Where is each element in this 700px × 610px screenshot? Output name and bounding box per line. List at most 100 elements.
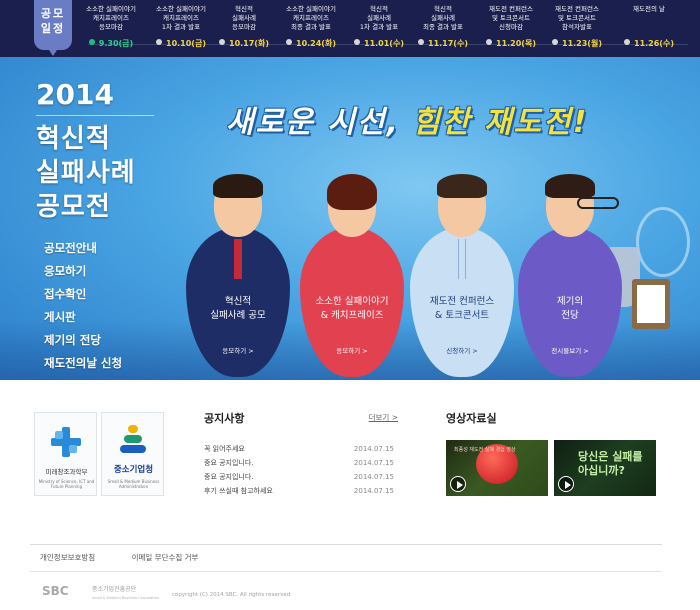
doll-hair [437, 174, 487, 198]
timeline-item: 재도전의 날 11.26(수) [618, 5, 680, 49]
smba-emblem-icon [120, 425, 148, 457]
msip-emblem-icon [51, 427, 81, 457]
notice-row[interactable]: 중요 공지입니다. 2014.07.15 [204, 456, 400, 470]
notice-row[interactable]: 후기 쓰실때 참고하세요 2014.07.15 [204, 484, 400, 498]
flower-decoration [636, 207, 690, 277]
menu-item-guide[interactable]: 공모전안내 [44, 237, 122, 260]
main-menu: 공모전안내 응모하기 접수확인 게시판 제기의 전당 재도전의날 신청 [44, 237, 122, 375]
doll-innovative-failure[interactable]: 혁신적 실패사례 공모 응모하기 > [186, 174, 290, 380]
schedule-badge-label: 공모 일정 [40, 7, 66, 35]
msip-logo-link[interactable]: 미래창조과학부 Ministry of Science, ICT and Fut… [34, 412, 97, 496]
timeline-item: 혁신적 실패사례 응모마감 10.17(화) [213, 5, 275, 49]
video-caption: 최종성 재도전 실패 경험 영상 [454, 447, 516, 453]
sbc-logo: SBC [42, 584, 69, 598]
timeline-item: 혁신적 실패사례 최종 결과 발표 11.17(수) [412, 5, 474, 49]
footer-links: 개인정보보호방침 이메일 무단수집 거부 [40, 552, 232, 563]
video-archive: 영상자료실 최종성 재도전 실패 경험 영상 당신은 실패를 아십니까? [446, 410, 656, 496]
timeline-item-date: 11.01(수) [348, 38, 410, 49]
schedule-badge: 공모 일정 [34, 0, 72, 56]
footer-divider [30, 544, 662, 545]
doll-link[interactable]: 응모하기 > [186, 345, 290, 355]
copyright-text: copyright (C) 2014 SBC. All rights reser… [172, 592, 291, 598]
tie-icon [234, 239, 242, 279]
notice-row-title[interactable]: 중요 공지입니다. [204, 473, 254, 481]
clipboard-icon [632, 279, 670, 329]
notice-more-link[interactable]: 더보기 > [369, 412, 398, 423]
contest-year: 2014 [36, 78, 114, 111]
notice-row[interactable]: 꼭 읽어주세요 2014.07.15 [204, 442, 400, 456]
dot-icon [552, 39, 558, 45]
notice-row-title[interactable]: 후기 쓰실때 참고하세요 [204, 487, 273, 495]
dot-icon [354, 39, 360, 45]
timeline-item-label: 재도전 컨퍼런스 및 토크콘서트 신청마감 [489, 5, 533, 31]
smba-english-name: Small & Medium Business Administration [107, 479, 160, 489]
timeline-item-label: 혁신적 실패사례 최종 결과 발표 [422, 5, 463, 31]
hero-slogan: 새로운 시선, 힘찬 재도전! [226, 97, 588, 141]
timeline-item-label: 혁신적 실패사례 1차 결과 발표 [359, 5, 399, 31]
timeline-item-label: 재도전 컨퍼런스 및 토크콘서트 참석자발표 [555, 5, 599, 31]
msip-english-name: Ministry of Science, ICT and Future Plan… [38, 479, 95, 489]
smba-logo-link[interactable]: 중소기업청 Small & Medium Business Administra… [101, 412, 164, 496]
slogan-text: 새로운 시선, [226, 105, 413, 140]
doll-hair [327, 174, 377, 210]
timeline-item: 소소한 실패이야기 캐치프레이즈 1차 결과 발표 10.10(금) [150, 5, 212, 49]
timeline-item-date: 10.10(금) [150, 38, 212, 49]
sbc-org-korean: 중소기업진흥공단 [92, 586, 137, 593]
notice-row[interactable]: 중요 공지입니다. 2014.07.15 [204, 470, 400, 484]
notice-row-title[interactable]: 중요 공지입니다. [204, 459, 254, 467]
email-refusal-link[interactable]: 이메일 무단수집 거부 [132, 553, 199, 562]
timeline-item-date: 11.26(수) [618, 38, 680, 49]
play-icon[interactable] [558, 476, 574, 492]
dot-icon [624, 39, 630, 45]
notice-row-date: 2014.07.15 [353, 487, 394, 495]
play-icon[interactable] [450, 476, 466, 492]
timeline-item: 재도전 컨퍼런스 및 토크콘서트 신청마감 11.20(목) [480, 5, 542, 49]
sbc-org-english: Small & Medium Business Corporation [92, 596, 160, 600]
timeline-item-label: 소소한 실패이야기 캐치프레이즈 1차 결과 발표 [156, 5, 206, 31]
doll-conference[interactable]: 재도전 컨퍼런스 & 토크콘서트 신청하기 > [410, 174, 514, 380]
doll-link[interactable]: 신청하기 > [410, 345, 514, 355]
title-divider [36, 115, 154, 116]
timeline-item-date: 11.17(수) [412, 38, 474, 49]
menu-item-board[interactable]: 게시판 [44, 306, 122, 329]
contest-title: 2014 혁신적 실패사례 공모전 [36, 79, 154, 224]
slogan-highlight: 힘찬 재도전! [412, 105, 589, 140]
doll-link[interactable]: 응모하기 > [300, 345, 404, 355]
timeline-item-date: 10.17(화) [213, 38, 275, 49]
doll-hair [545, 174, 595, 198]
dot-icon [156, 39, 162, 45]
doll-hair [213, 174, 263, 198]
menu-item-apply[interactable]: 응모하기 [44, 260, 122, 283]
timeline-item: 재도전 컨퍼런스 및 토크콘서트 참석자발표 11.23(월) [546, 5, 608, 49]
doll-hall[interactable]: 제기의 전당 전시물보기 > [518, 174, 622, 380]
timeline-item-label: 소소한 실패이야기 캐치프레이즈 최종 결과 발표 [286, 5, 336, 31]
timeline-item: 소소한 실패이야기 캐치프레이즈 최종 결과 발표 10.24(화) [280, 5, 342, 49]
hero-banner: 2014 혁신적 실패사례 공모전 공모전안내 응모하기 접수확인 게시판 제기… [0, 57, 700, 380]
dot-icon [286, 39, 292, 45]
menu-item-retry-day[interactable]: 재도전의날 신청 [44, 352, 122, 375]
doll-label: 재도전 컨퍼런스 & 토크콘서트 [429, 296, 495, 321]
dot-icon [219, 39, 225, 45]
notice-list: 꼭 읽어주세요 2014.07.15 중요 공지입니다. 2014.07.15 … [204, 442, 400, 498]
menu-item-hall[interactable]: 제기의 전당 [44, 329, 122, 352]
sbc-org-name: 중소기업진흥공단 Small & Medium Business Corpora… [92, 586, 159, 602]
notice-row-date: 2014.07.15 [353, 459, 394, 467]
timeline-item-label: 재도전의 날 [633, 5, 665, 13]
doll-label: 혁신적 실패사례 공모 [210, 296, 266, 321]
privacy-policy-link[interactable]: 개인정보보호방침 [40, 553, 95, 562]
video-archive-title: 영상자료실 [446, 412, 497, 425]
timeline-item-date: 10.24(화) [280, 38, 342, 49]
video-thumbnail[interactable]: 당신은 실패를 아십니까? [554, 440, 656, 496]
contest-title-line: 실패사례 [36, 158, 136, 188]
notice-row-title[interactable]: 꼭 읽어주세요 [204, 445, 245, 453]
timeline-item: 소소한 실패이야기 캐치프레이즈 응모마감 9.30(금) [80, 5, 142, 49]
contest-title-line: 공모전 [36, 192, 111, 222]
menu-item-check[interactable]: 접수확인 [44, 283, 122, 306]
doll-small-story[interactable]: 소소한 실패이야기 & 캐치프레이즈 응모하기 > [300, 174, 404, 380]
timeline-item-date: 9.30(금) [80, 38, 142, 49]
timeline-item-date: 11.23(월) [546, 38, 608, 49]
doll-label: 소소한 실패이야기 & 캐치프레이즈 [315, 296, 389, 321]
video-thumbnail[interactable]: 최종성 재도전 실패 경험 영상 [446, 440, 548, 496]
doll-link[interactable]: 전시물보기 > [518, 345, 622, 355]
dot-icon [418, 39, 424, 45]
